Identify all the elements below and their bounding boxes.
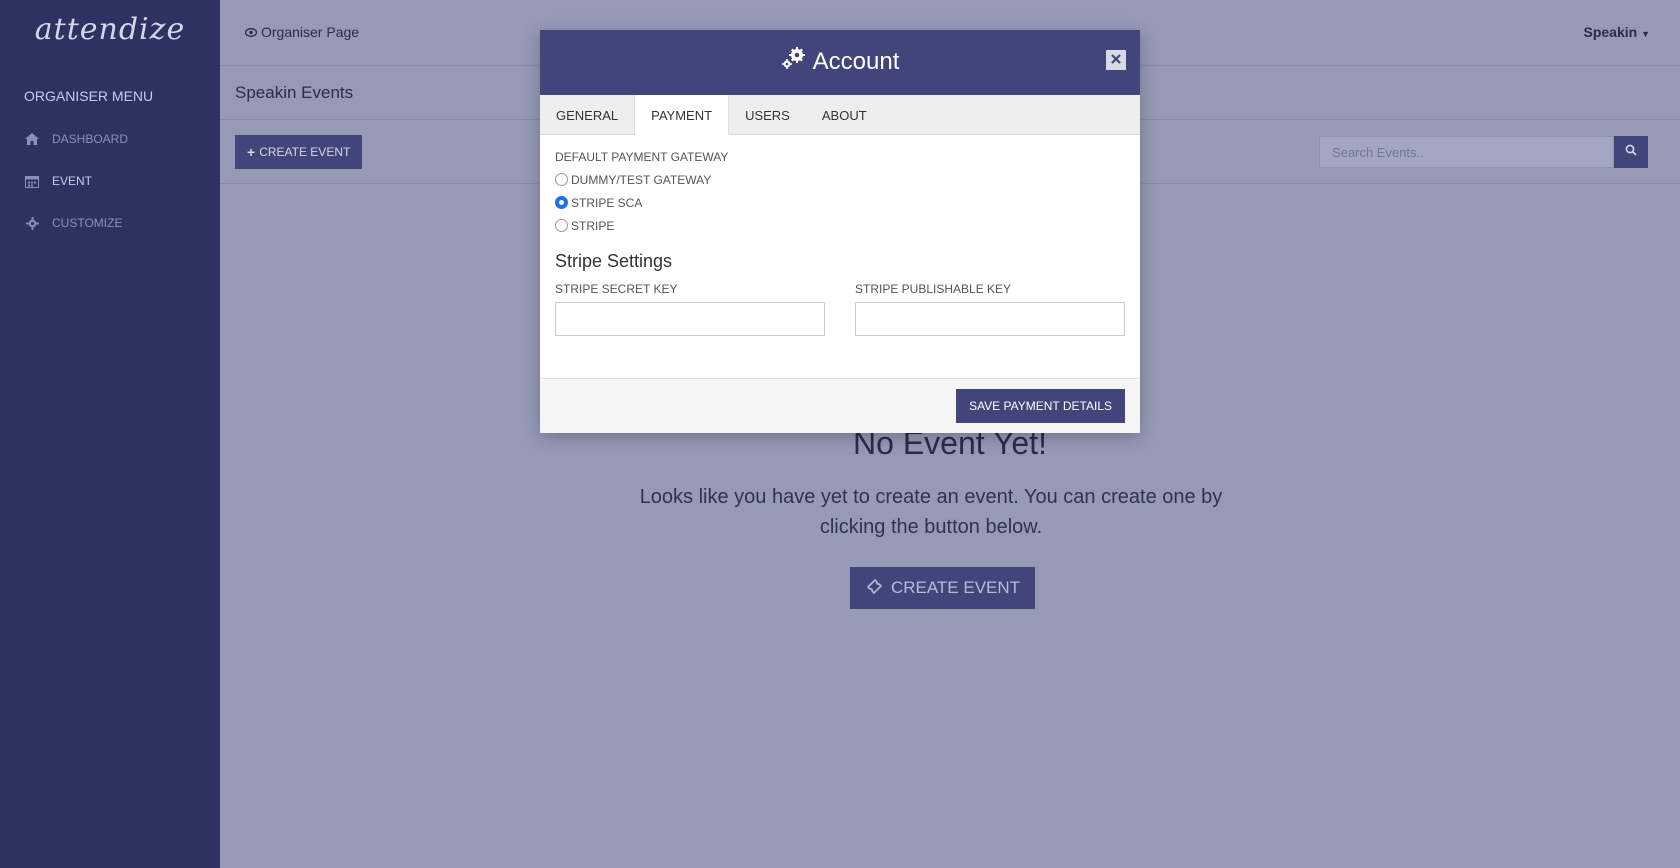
organiser-page-label: Organiser Page	[261, 24, 360, 40]
gateway-option-label: STRIPE	[571, 218, 615, 233]
stripe-settings-title: Stripe Settings	[555, 251, 673, 271]
eye-icon	[244, 24, 258, 40]
create-event-label: CREATE EVENT	[259, 145, 351, 159]
sidebar: attendize ORGANISER MENU DASHBOARD EVENT…	[0, 0, 220, 868]
stripe-publishable-key-input[interactable]	[855, 302, 1125, 336]
search-events-input[interactable]	[1319, 136, 1614, 168]
radio-stripe[interactable]	[555, 219, 568, 232]
stripe-secret-key-input[interactable]	[555, 302, 825, 336]
gear-icon	[24, 216, 40, 230]
radio-dummy[interactable]	[555, 173, 568, 186]
publishable-key-label: STRIPE PUBLISHABLE KEY	[855, 282, 1012, 296]
app-logo[interactable]: attendize	[0, 12, 220, 47]
tab-about[interactable]: ABOUT	[806, 95, 883, 135]
gateway-option-stripe[interactable]: STRIPE	[555, 214, 1125, 237]
page-title: Speakin Events	[235, 83, 354, 102]
search-button[interactable]	[1614, 136, 1648, 168]
gateway-option-label: STRIPE SCA	[571, 195, 643, 210]
create-event-big-button[interactable]: CREATE EVENT	[850, 567, 1035, 609]
search-icon	[1625, 143, 1637, 161]
radio-stripe-sca[interactable]	[555, 196, 568, 209]
sidebar-item-customize[interactable]: CUSTOMIZE	[24, 213, 122, 233]
plus-icon: +	[247, 144, 256, 160]
default-gateway-label: DEFAULT PAYMENT GATEWAY	[555, 150, 729, 164]
close-icon	[1111, 51, 1121, 69]
secret-key-label: STRIPE SECRET KEY	[555, 282, 678, 296]
sidebar-item-dashboard[interactable]: DASHBOARD	[24, 129, 128, 149]
organiser-menu-title: ORGANISER MENU	[24, 88, 154, 104]
gateway-option-label: DUMMY/TEST GATEWAY	[571, 172, 712, 187]
user-name: Speakin	[1583, 24, 1638, 40]
account-modal: Account GENERAL PAYMENT USERS ABOUT DEFA…	[540, 30, 1140, 433]
tab-users[interactable]: USERS	[729, 95, 806, 135]
empty-state-description: Looks like you have yet to create an eve…	[639, 486, 1223, 538]
modal-header: Account	[540, 30, 1140, 95]
gateway-option-dummy[interactable]: DUMMY/TEST GATEWAY	[555, 168, 1125, 191]
save-payment-details-button[interactable]: SAVE PAYMENT DETAILS	[956, 389, 1125, 423]
caret-down-icon: ▼	[1641, 29, 1650, 39]
tab-payment[interactable]: PAYMENT	[634, 95, 730, 136]
secret-key-group: STRIPE SECRET KEY	[555, 282, 825, 336]
gateway-option-stripe-sca[interactable]: STRIPE SCA	[555, 191, 1125, 214]
ticket-icon	[865, 577, 883, 600]
modal-title: Account	[540, 46, 1140, 77]
create-event-big-label: CREATE EVENT	[890, 578, 1021, 597]
calendar-icon	[24, 174, 40, 188]
sidebar-item-label: EVENT	[52, 174, 93, 188]
organiser-page-link[interactable]: Organiser Page	[244, 24, 360, 40]
tab-general[interactable]: GENERAL	[540, 95, 634, 135]
cogs-icon	[781, 46, 807, 77]
close-button[interactable]	[1106, 50, 1126, 70]
modal-title-text: Account	[812, 47, 900, 75]
modal-footer: SAVE PAYMENT DETAILS	[540, 378, 1140, 433]
sidebar-item-label: CUSTOMIZE	[52, 216, 123, 230]
sidebar-item-event[interactable]: EVENT	[24, 171, 92, 191]
payment-form: DEFAULT PAYMENT GATEWAY DUMMY/TEST GATEW…	[555, 150, 1125, 336]
modal-tabs: GENERAL PAYMENT USERS ABOUT	[540, 95, 1140, 136]
create-event-button[interactable]: + CREATE EVENT	[235, 135, 363, 169]
user-menu[interactable]: Speakin ▼	[1583, 24, 1650, 40]
sidebar-item-label: DASHBOARD	[52, 132, 129, 146]
publishable-key-group: STRIPE PUBLISHABLE KEY	[855, 282, 1125, 336]
stripe-key-fields: STRIPE SECRET KEY STRIPE PUBLISHABLE KEY	[555, 282, 1125, 336]
home-icon	[24, 132, 40, 146]
